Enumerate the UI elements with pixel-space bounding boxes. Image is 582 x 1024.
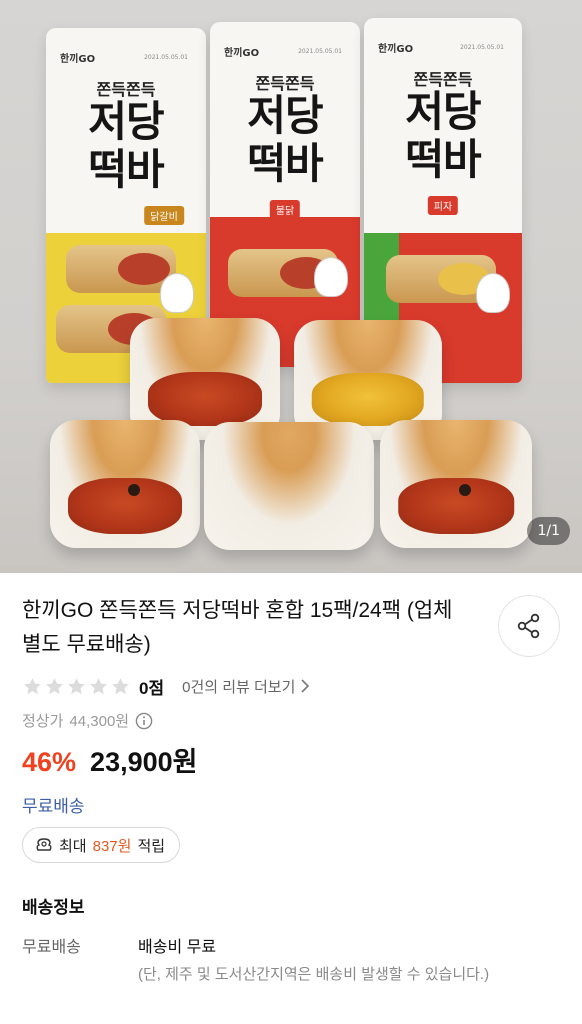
coin-bag-icon xyxy=(36,838,52,851)
package-date: 2021.05.05.01 xyxy=(298,48,342,55)
share-button[interactable] xyxy=(498,595,560,657)
package-date: 2021.05.05.01 xyxy=(144,54,188,61)
points-prefix: 최대 xyxy=(59,837,87,855)
package-flavor: 피자 xyxy=(427,196,459,215)
star-icon xyxy=(46,677,63,694)
share-icon xyxy=(517,613,540,639)
product-image[interactable]: 한끼GO 2021.05.05.01 쫀득쫀득 저당 떡바 닭갈비 한끼GO 2… xyxy=(0,0,582,573)
package-brand: 한끼GO xyxy=(378,44,414,55)
list-price-label: 정상가 xyxy=(22,713,64,730)
points-amount: 837원 xyxy=(92,837,132,855)
rice-cake xyxy=(204,422,374,550)
rice-cake xyxy=(380,420,532,548)
chevron-right-icon xyxy=(301,679,310,693)
rating-score: 0점 xyxy=(139,678,165,698)
package-brand: 한끼GO xyxy=(60,54,96,65)
package-brand: 한끼GO xyxy=(224,48,260,59)
star-rating xyxy=(22,676,131,697)
rating-row: 0점 0건의 리뷰 더보기 xyxy=(22,675,311,698)
list-price: 정상가 44,300원 xyxy=(22,710,153,731)
points-suffix: 적립 xyxy=(137,837,166,855)
shipping-method-label: 무료배송 xyxy=(22,939,81,956)
shipping-info-heading: 배송정보 xyxy=(22,898,85,917)
shipping-fee: 배송비 무료 xyxy=(138,939,217,956)
package-date: 2021.05.05.01 xyxy=(460,44,504,51)
star-icon xyxy=(24,677,41,694)
product-package-2: 한끼GO 2021.05.05.01 쫀득쫀득 저당 떡바 불닭 xyxy=(210,22,360,367)
mascot-illustration xyxy=(314,257,348,297)
reviews-link-label: 0건의 리뷰 더보기 xyxy=(182,678,296,696)
mascot-illustration xyxy=(160,273,194,313)
star-icon xyxy=(68,677,85,694)
package-name: 저당 떡바 xyxy=(247,91,323,188)
info-icon[interactable] xyxy=(135,712,153,730)
package-name: 저당 떡바 xyxy=(88,97,164,194)
star-icon xyxy=(90,677,107,694)
product-title: 한끼GO 쫀득쫀득 저당떡바 혼합 15팩/24팩 (업체별도 무료배송) xyxy=(22,599,453,656)
mascot-illustration xyxy=(476,273,510,313)
discount-rate: 46% xyxy=(22,747,77,777)
image-counter: 1/1 xyxy=(527,517,570,545)
points-badge: 최대 837원 적립 xyxy=(22,827,181,863)
package-flavor: 닭갈비 xyxy=(144,206,184,225)
reviews-link[interactable]: 0건의 리뷰 더보기 xyxy=(182,676,311,697)
sale-price: 23,900원 xyxy=(90,747,198,777)
star-icon xyxy=(112,677,129,694)
shipping-note: (단, 제주 및 도서산간지역은 배송비 발생할 수 있습니다.) xyxy=(138,966,490,983)
package-name: 저당 떡바 xyxy=(405,87,481,184)
free-shipping-label: 무료배송 xyxy=(22,797,85,816)
rice-cake xyxy=(50,420,200,548)
list-price-value: 44,300원 xyxy=(69,713,130,730)
price-row: 46% 23,900원 xyxy=(22,740,197,779)
